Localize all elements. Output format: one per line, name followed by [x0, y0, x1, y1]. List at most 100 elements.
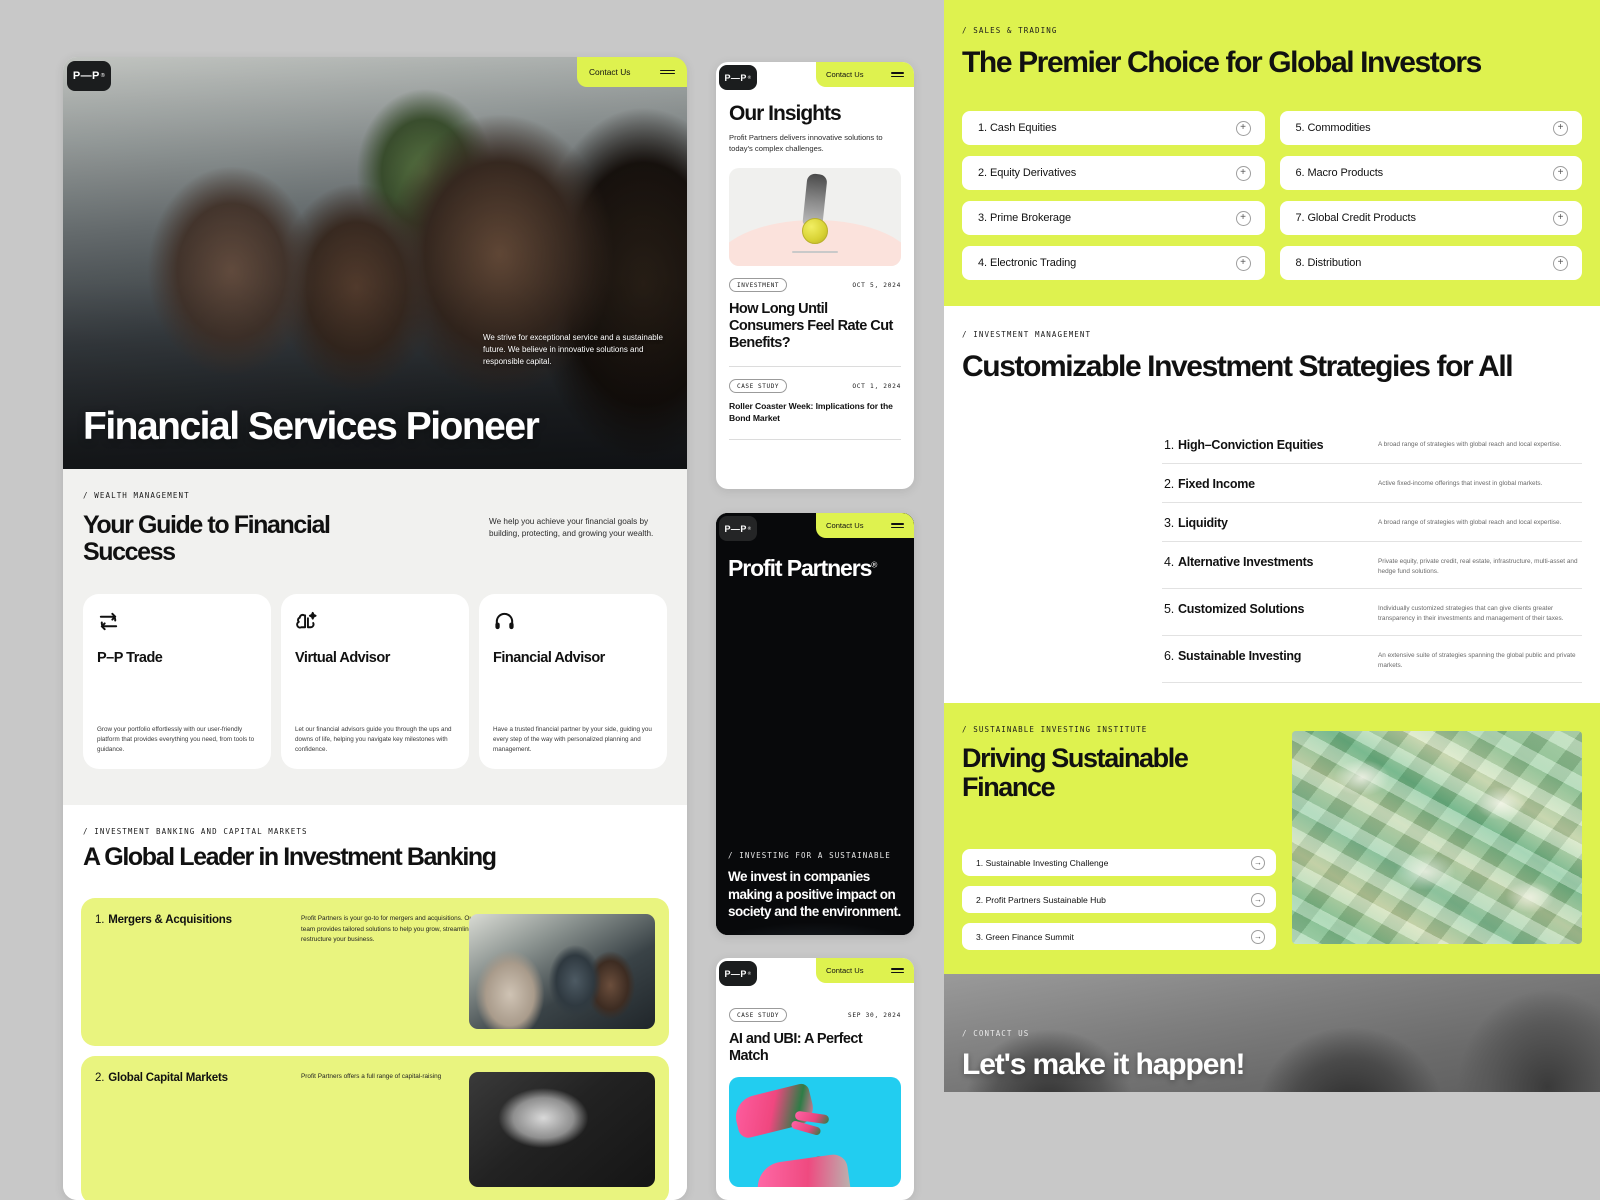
strategy-row[interactable]: 4. Alternative Investments Private equity… [1162, 542, 1582, 590]
desktop-preview-panel: P—P ® Contact Us We strive for exceptiona… [63, 57, 687, 1200]
investment-banking-list: 1. Mergers & Acquisitions Profit Partners… [63, 870, 687, 1200]
headset-icon [493, 610, 653, 636]
sustainable-link-item[interactable]: 2. Profit Partners Sustainable Hub → [962, 886, 1276, 914]
accordion-item[interactable]: 8. Distribution + [1279, 246, 1582, 281]
strategy-row[interactable]: 6. Sustainable Investing An extensive sui… [1162, 636, 1582, 683]
strategy-desc: A broad range of strategies with global … [1378, 519, 1562, 527]
sustainable-title: Driving Sustainable Finance [962, 742, 1189, 802]
article-title[interactable]: AI and UBI: A Perfect Match [729, 1031, 901, 1065]
article-meta: CASE STUDY SEP 30, 2024 [729, 1008, 901, 1022]
accordion-item[interactable]: 1. Cash Equities + [962, 111, 1265, 146]
arrow-right-icon[interactable]: → [1251, 892, 1265, 907]
page-canvas: P—P ® Contact Us We strive for exceptiona… [0, 0, 1600, 1200]
brand-mobile-panel: P—P ® Contact Us Profit Partners® / INVES… [716, 513, 914, 935]
hamburger-icon[interactable] [891, 968, 904, 973]
brand-logo[interactable]: P—P ® [719, 961, 757, 986]
divider [729, 438, 901, 440]
contact-us-button[interactable]: Contact Us [816, 62, 914, 87]
mobile-header: P—P ® Contact Us [716, 513, 914, 541]
arrow-right-icon[interactable]: → [1251, 929, 1265, 944]
contact-us-button[interactable]: Contact Us [816, 513, 914, 538]
logo-registered-mark: ® [747, 971, 752, 976]
shadow-bar [792, 250, 838, 253]
strategy-row[interactable]: 1. High–Conviction Equities A broad range… [1162, 425, 1582, 465]
im-eyebrow: / INVESTMENT MANAGEMENT [962, 330, 1092, 340]
plus-icon[interactable]: + [1235, 165, 1251, 181]
ib-list-item[interactable]: 1. Mergers & Acquisitions Profit Partners… [81, 898, 669, 1047]
strategy-desc: Individually customized strategies that … [1378, 605, 1564, 622]
accordion-item[interactable]: 5. Commodities + [1279, 111, 1582, 146]
service-card[interactable]: P–P Trade Grow your portfolio effortless… [83, 593, 271, 769]
hamburger-icon[interactable] [660, 69, 675, 75]
accordion-item[interactable]: 3. Prime Brokerage + [962, 201, 1265, 236]
arrow-right-icon[interactable]: → [1251, 855, 1265, 870]
contact-us-button[interactable]: Contact Us [577, 57, 687, 87]
service-cards: P–P Trade Grow your portfolio effortless… [63, 566, 687, 769]
brand-logo[interactable]: P—P ® [719, 516, 757, 541]
strategy-row[interactable]: 3. Liquidity A broad range of strategies … [1162, 503, 1582, 543]
mobile-header: P—P ® Contact Us [716, 958, 914, 986]
logo-text: P—P [72, 70, 100, 82]
human-hand-shape [754, 1153, 852, 1188]
insights-subtitle: Profit Partners delivers innovative solu… [729, 133, 883, 153]
plus-icon[interactable]: + [1553, 255, 1568, 271]
contact-us-label: Contact Us [589, 67, 631, 77]
brand-eyebrow: / INVESTING FOR A SUSTAINABLE [728, 851, 891, 861]
strategy-row[interactable]: 2. Fixed Income Active fixed-income offer… [1162, 464, 1582, 504]
service-card[interactable]: Financial Advisor Have a trusted financi… [479, 593, 667, 769]
service-card-title: Virtual Advisor [295, 649, 390, 666]
logo-text: P—P [724, 523, 747, 534]
sales-trading-eyebrow: / SALES & TRADING [962, 26, 1058, 35]
ib-list-item[interactable]: 2. Global Capital Markets Profit Partners… [81, 1056, 669, 1200]
ib-title: A Global Leader in Investment Banking [83, 842, 497, 871]
case-study-body: CASE STUDY SEP 30, 2024 AI and UBI: A Pe… [716, 985, 914, 1188]
accordion-label: 7. Global Credit Products [1295, 212, 1417, 225]
service-card-title: P–P Trade [97, 649, 163, 666]
article-tag-badge: CASE STUDY [729, 1008, 788, 1022]
ib-item-desc: Profit Partners is your go-to for merger… [301, 915, 482, 943]
accordion-item[interactable]: 6. Macro Products + [1279, 156, 1582, 191]
accordion-label: 8. Distribution [1295, 257, 1362, 270]
brand-statement: We invest in companies making a positive… [728, 869, 901, 920]
contact-section: / CONTACT US Let's make it happen! [944, 974, 1600, 1093]
strategy-desc: Private equity, private credit, real est… [1378, 558, 1578, 576]
site-header: P—P ® Contact Us [63, 57, 687, 97]
contact-us-button[interactable]: Contact Us [816, 958, 914, 983]
strategy-row[interactable]: 5. Customized Solutions Individually cust… [1162, 589, 1582, 636]
sustainable-link-item[interactable]: 1. Sustainable Investing Challenge → [962, 849, 1276, 877]
logo-registered-mark: ® [747, 75, 752, 80]
plus-icon[interactable]: + [1235, 120, 1251, 136]
plus-icon[interactable]: + [1553, 165, 1568, 181]
strategy-name: 3. Liquidity [1164, 516, 1228, 531]
accordion-item[interactable]: 7. Global Credit Products + [1279, 201, 1582, 236]
logo-text: P—P [724, 72, 747, 83]
contact-us-label: Contact Us [826, 70, 864, 79]
brand-logo[interactable]: P—P ® [67, 61, 111, 91]
article-title[interactable]: How Long Until Consumers Feel Rate Cut B… [729, 301, 901, 352]
hamburger-icon[interactable] [891, 72, 904, 77]
plus-icon[interactable]: + [1235, 255, 1251, 271]
accordion-item[interactable]: 2. Equity Derivatives + [962, 156, 1265, 191]
sustainable-eyebrow: / SUSTAINABLE INVESTING INSTITUTE [962, 724, 1148, 734]
contact-us-label: Contact Us [826, 966, 864, 975]
ib-eyebrow: / INVESTMENT BANKING AND CAPITAL MARKETS [83, 826, 308, 836]
plus-icon[interactable]: + [1235, 210, 1251, 226]
swap-arrows-icon [97, 610, 257, 636]
brand-logo[interactable]: P—P ® [719, 65, 757, 90]
article-date: OCT 5, 2024 [852, 281, 901, 289]
sustainable-link-item[interactable]: 3. Green Finance Summit → [962, 923, 1276, 951]
strategy-name: 6. Sustainable Investing [1164, 648, 1302, 663]
brand-statement-block: / INVESTING FOR A SUSTAINABLE We invest … [728, 851, 902, 921]
article-title[interactable]: Roller Coaster Week: Implications for th… [729, 401, 901, 424]
ib-item-number: 1. [95, 914, 105, 927]
plus-icon[interactable]: + [1553, 210, 1568, 226]
accordion-item[interactable]: 4. Electronic Trading + [962, 246, 1265, 281]
strategy-name: 1. High–Conviction Equities [1164, 438, 1324, 453]
plus-icon[interactable]: + [1553, 120, 1568, 136]
article-tag-badge: INVESTMENT [729, 278, 788, 292]
insights-mobile-panel: P—P ® Contact Us Our Insights Profit Part… [716, 62, 914, 489]
strategy-name: 5. Customized Solutions [1164, 602, 1305, 617]
service-card[interactable]: Virtual Advisor Let our financial adviso… [281, 593, 469, 769]
hamburger-icon[interactable] [891, 523, 904, 528]
